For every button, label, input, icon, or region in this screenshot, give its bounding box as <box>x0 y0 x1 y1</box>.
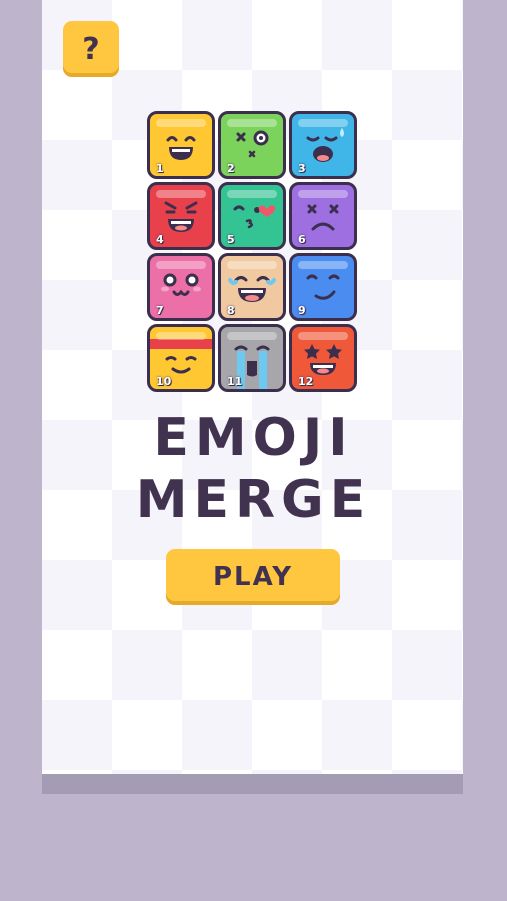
tile-gloss <box>227 190 277 198</box>
emoji-tile-7: 7 <box>147 253 215 321</box>
tile-gloss <box>156 119 206 127</box>
board-shadow <box>42 774 463 794</box>
tile-number: 6 <box>298 233 306 246</box>
emoji-tile-11: 11 <box>218 324 286 392</box>
emoji-tile-10: 10 <box>147 324 215 392</box>
emoji-tile-grid: 1 2 3 4 5 6 7 8 9 10 11 12 <box>147 111 359 395</box>
tile-number: 10 <box>156 375 172 388</box>
tile-gloss <box>298 332 348 340</box>
emoji-tile-2: 2 <box>218 111 286 179</box>
emoji-tile-6: 6 <box>289 182 357 250</box>
tile-number: 9 <box>298 304 306 317</box>
emoji-tile-4: 4 <box>147 182 215 250</box>
title-line-1: EMOJI <box>153 408 354 468</box>
tile-number: 2 <box>227 162 235 175</box>
tile-number: 5 <box>227 233 235 246</box>
emoji-tile-12: 12 <box>289 324 357 392</box>
tile-number: 4 <box>156 233 164 246</box>
tile-gloss <box>227 119 277 127</box>
emoji-tile-1: 1 <box>147 111 215 179</box>
emoji-tile-8: 8 <box>218 253 286 321</box>
tile-gloss <box>156 332 206 340</box>
tile-number: 11 <box>227 375 243 388</box>
emoji-tile-9: 9 <box>289 253 357 321</box>
emoji-tile-3: 3 <box>289 111 357 179</box>
tile-number: 12 <box>298 375 314 388</box>
emoji-tile-5: 5 <box>218 182 286 250</box>
tile-gloss <box>298 261 348 269</box>
tile-number: 3 <box>298 162 306 175</box>
tile-gloss <box>156 261 206 269</box>
title-line-2: MERGE <box>135 470 372 530</box>
tile-gloss <box>298 190 348 198</box>
play-button[interactable]: PLAY <box>166 549 340 605</box>
tile-gloss <box>227 261 277 269</box>
tile-gloss <box>298 119 348 127</box>
help-button[interactable]: ? <box>63 21 119 77</box>
tile-number: 1 <box>156 162 164 175</box>
tile-number: 7 <box>156 304 164 317</box>
tile-gloss <box>227 332 277 340</box>
game-title: EMOJI MERGE <box>0 408 507 532</box>
tile-gloss <box>156 190 206 198</box>
tile-number: 8 <box>227 304 235 317</box>
